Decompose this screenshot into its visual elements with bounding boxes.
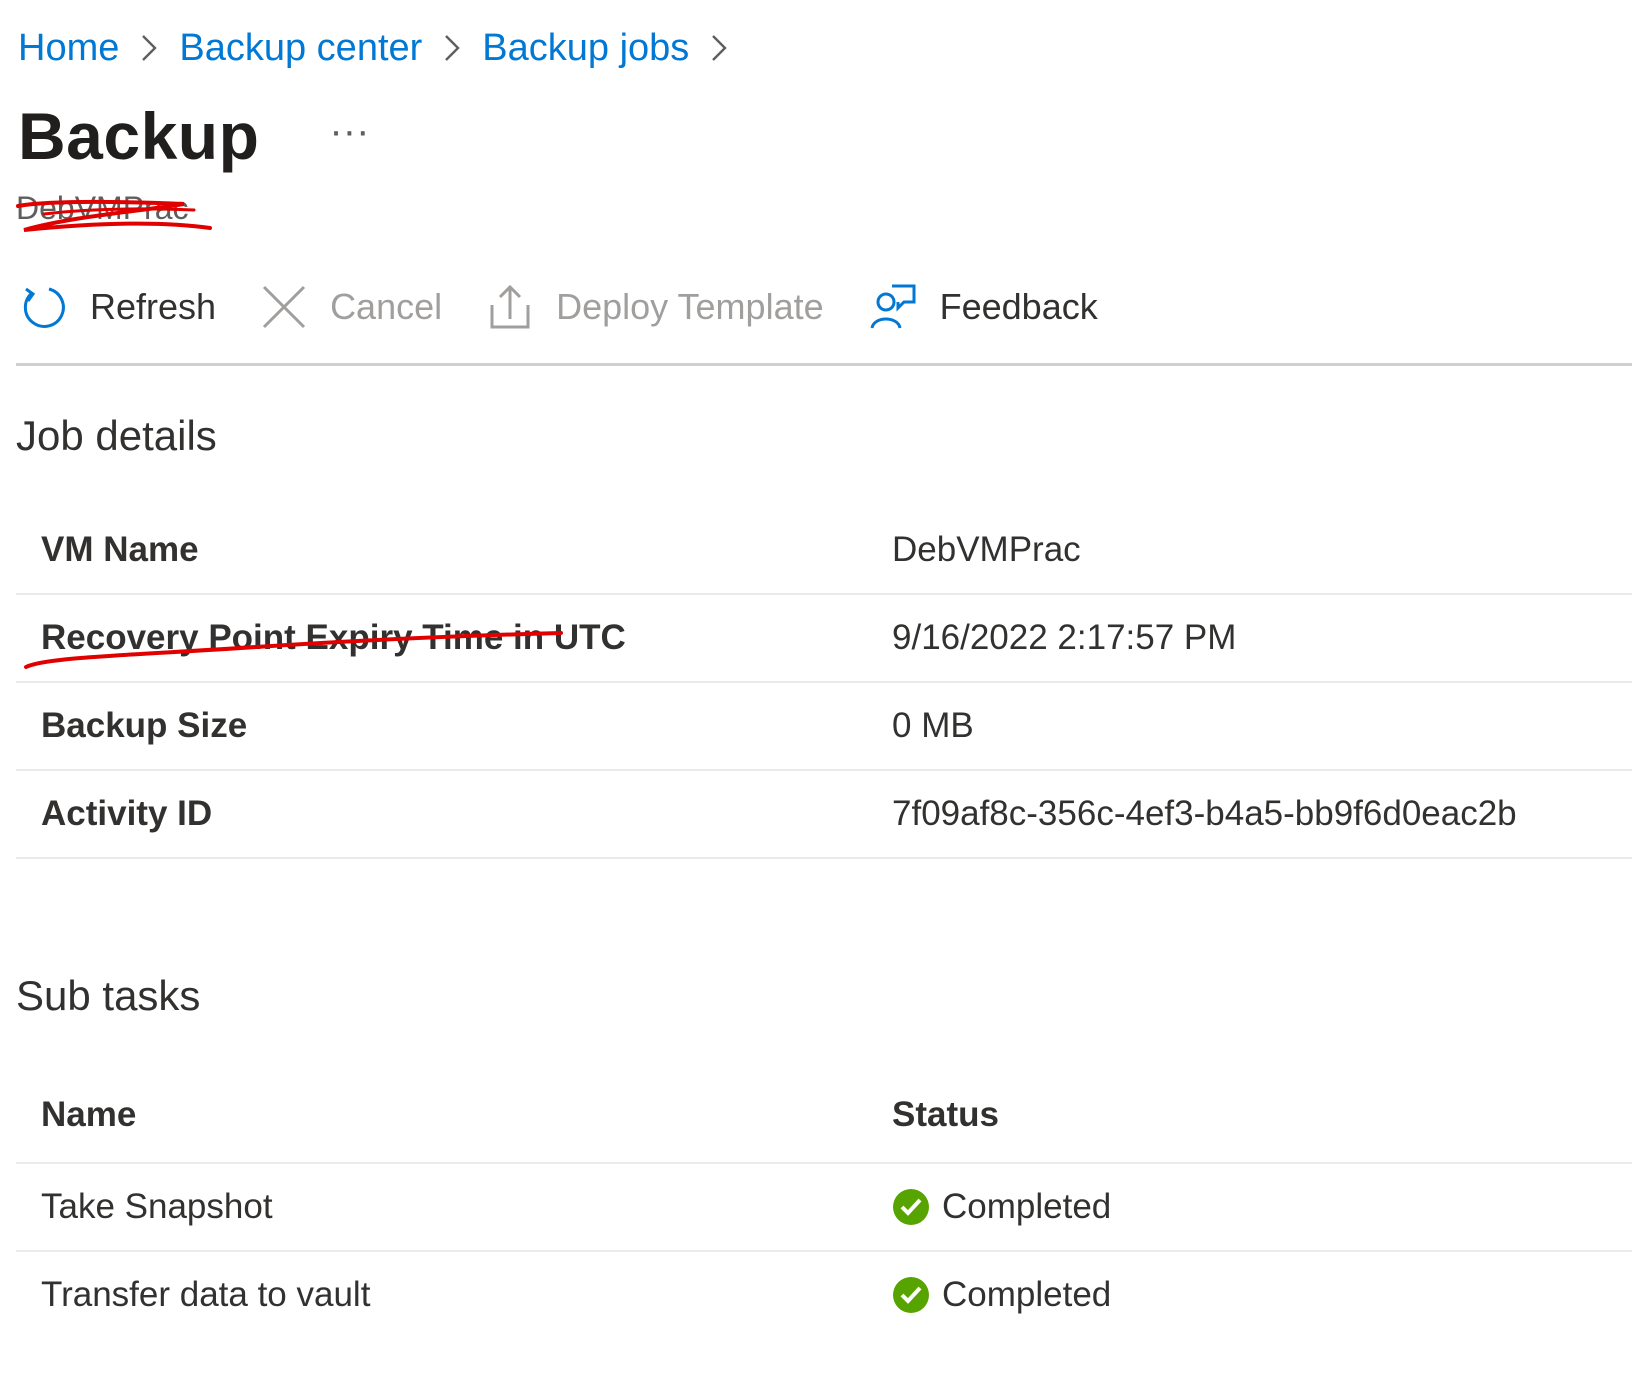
chevron-right-icon (689, 33, 749, 63)
detail-row-vm-name: VM Name DebVMPrac (16, 507, 1632, 595)
job-details-grid: VM Name DebVMPrac Recovery Point Expiry … (16, 507, 1632, 859)
detail-row-activity-id: Activity ID 7f09af8c-356c-4ef3-b4a5-bb9f… (16, 771, 1632, 859)
refresh-label: Refresh (90, 286, 217, 327)
detail-value: 7f09af8c-356c-4ef3-b4a5-bb9f6d0eac2b (892, 794, 1517, 833)
deploy-template-button[interactable]: Deploy Template (486, 283, 824, 331)
command-bar: Refresh Cancel Deploy Template Feedback (18, 276, 1142, 338)
cancel-label: Cancel (330, 286, 443, 327)
page-subtitle-block: DebVMPrac (14, 190, 214, 238)
column-header-status[interactable]: Status (892, 1095, 999, 1135)
close-icon (263, 285, 306, 329)
column-header-name[interactable]: Name (16, 1095, 892, 1135)
detail-row-recovery-expiry: Recovery Point Expiry Time in UTC 9/16/2… (16, 595, 1632, 683)
feedback-label: Feedback (939, 286, 1098, 327)
sub-tasks-heading: Sub tasks (16, 972, 201, 1019)
detail-label: Backup Size (41, 706, 248, 745)
check-circle-icon (893, 1277, 929, 1313)
upload-icon (490, 284, 530, 329)
table-header-row: Name Status (16, 1068, 1632, 1164)
refresh-icon (23, 287, 65, 328)
feedback-icon (870, 284, 916, 329)
task-name: Take Snapshot (41, 1187, 273, 1226)
page-title: Backup (18, 99, 260, 173)
check-circle-icon (893, 1189, 929, 1225)
sub-tasks-table: Name Status Take Snapshot Completed Tran… (16, 1068, 1632, 1338)
chevron-right-icon (422, 33, 482, 63)
task-status: Completed (892, 1187, 1111, 1227)
breadcrumb-backup-center[interactable]: Backup center (179, 27, 422, 70)
cancel-button[interactable]: Cancel (260, 283, 442, 331)
toolbar-divider (16, 363, 1632, 366)
table-row[interactable]: Transfer data to vault Completed (16, 1252, 1632, 1338)
more-options-button[interactable]: ··· (329, 109, 369, 154)
detail-label: VM Name (41, 530, 199, 569)
status-text: Completed (942, 1275, 1112, 1314)
task-status: Completed (892, 1275, 1111, 1315)
detail-label: Activity ID (41, 794, 213, 833)
detail-value: 9/16/2022 2:17:57 PM (892, 618, 1237, 657)
deploy-template-label: Deploy Template (556, 286, 824, 327)
detail-label: Recovery Point Expiry Time in UTC (41, 618, 626, 657)
table-row[interactable]: Take Snapshot Completed (16, 1164, 1632, 1252)
page-header: Backup ··· (18, 98, 369, 174)
detail-value: 0 MB (892, 706, 974, 745)
page-subtitle: DebVMPrac (16, 190, 189, 226)
refresh-button[interactable]: Refresh (18, 282, 216, 332)
feedback-button[interactable]: Feedback (868, 282, 1098, 332)
detail-value: DebVMPrac (892, 530, 1081, 569)
detail-row-backup-size: Backup Size 0 MB (16, 683, 1632, 771)
breadcrumb-backup-jobs[interactable]: Backup jobs (482, 27, 689, 70)
breadcrumb-home[interactable]: Home (18, 27, 119, 70)
task-name: Transfer data to vault (41, 1275, 371, 1314)
chevron-right-icon (119, 33, 179, 63)
status-text: Completed (942, 1187, 1112, 1226)
breadcrumb: Home Backup center Backup jobs (18, 22, 749, 74)
job-details-heading: Job details (16, 412, 217, 459)
